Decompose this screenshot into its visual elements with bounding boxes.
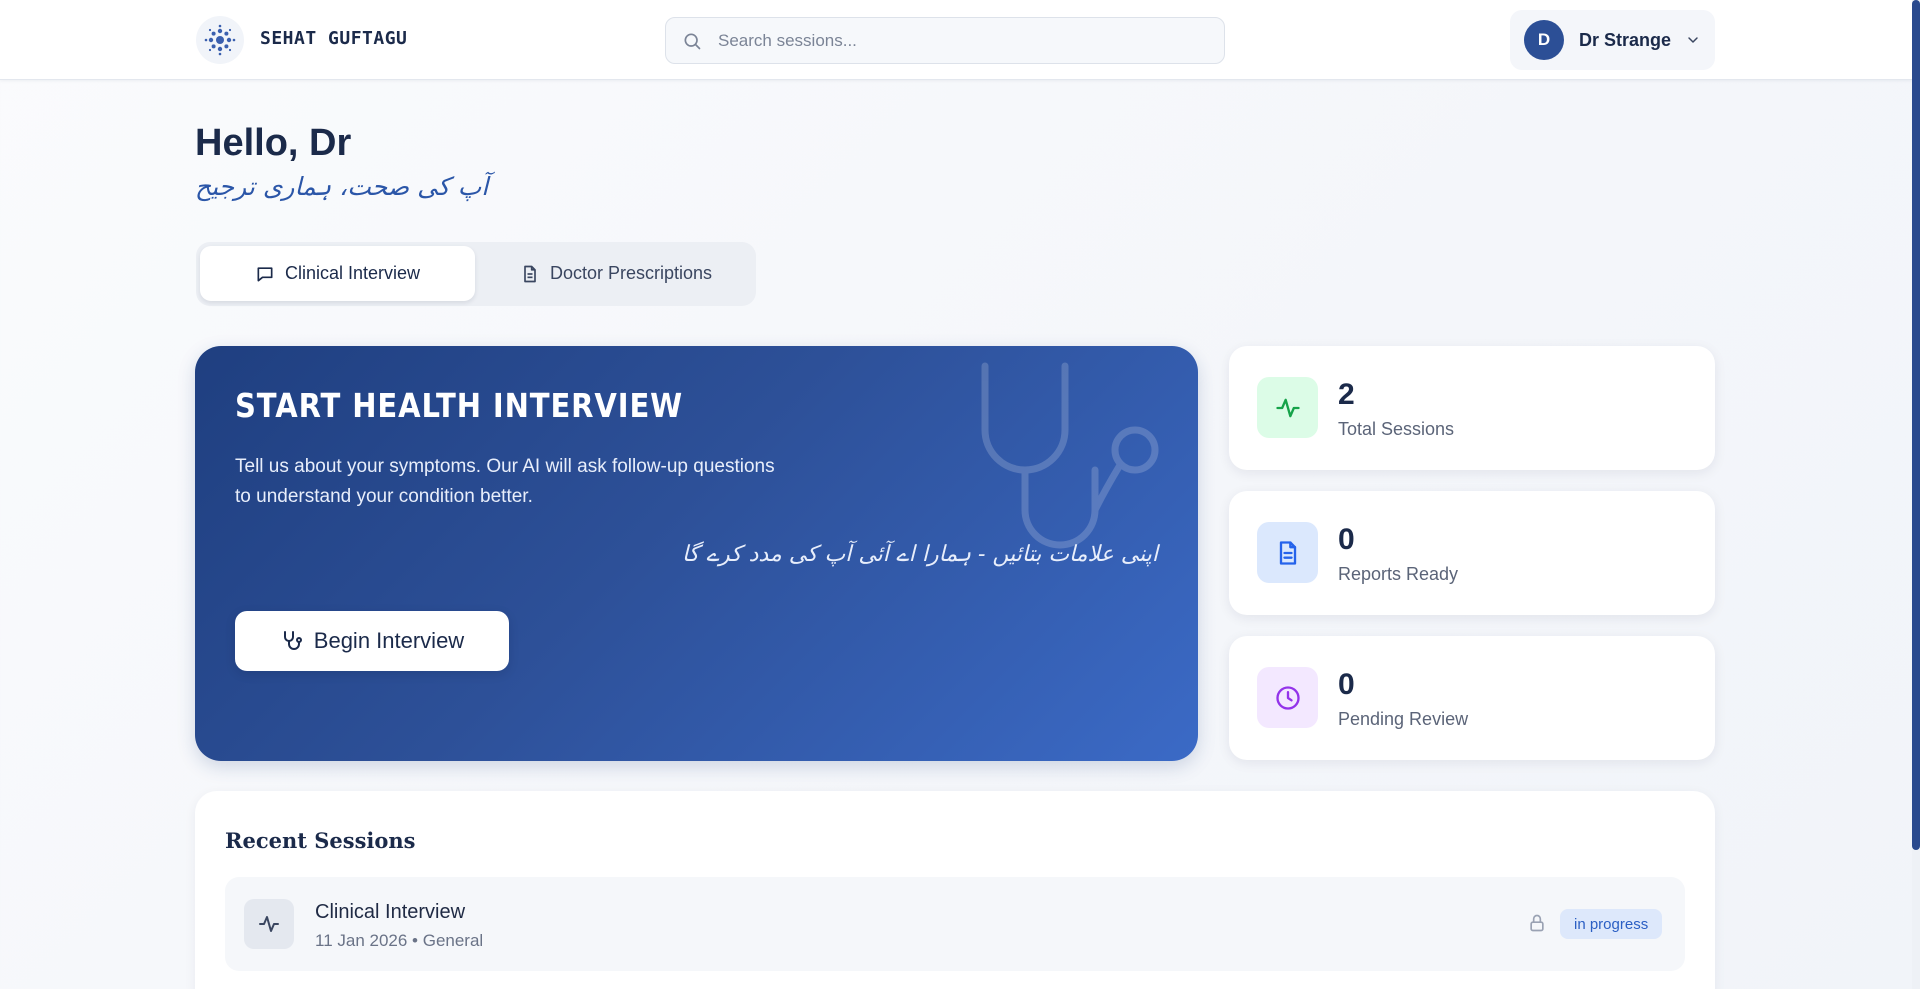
lotus-logo-icon[interactable] [196,16,244,64]
stat-label: Total Sessions [1338,419,1455,439]
stat-card-pending-review: 0 Pending Review [1229,636,1715,760]
activity-icon [244,899,294,949]
chevron-down-icon[interactable] [1685,32,1701,48]
hero-urdu-text: اپنی علامات بتائیں - ہمارا اے آئی آپ کی … [681,542,1158,567]
stat-card-reports-ready: 0 Reports Ready [1229,491,1715,615]
user-menu[interactable]: D Dr Strange [1510,10,1715,70]
search-icon [682,30,704,52]
tab-clinical-interview[interactable]: Clinical Interview [200,246,475,301]
user-name: Dr Strange [1579,29,1672,50]
section-title: Recent Sessions [225,828,416,853]
stat-card-total-sessions: 2 Total Sessions [1229,346,1715,470]
session-meta: 11 Jan 2026 • General [315,931,484,950]
report-icon [1257,522,1318,583]
start-interview-card: START HEALTH INTERVIEW Tell us about you… [195,346,1198,761]
stat-label: Pending Review [1338,709,1469,729]
begin-interview-button[interactable]: Begin Interview [235,611,509,671]
tab-label: Clinical Interview [284,263,421,283]
activity-icon [1257,377,1318,438]
search-bar[interactable] [665,17,1225,64]
brand-name[interactable]: SEHAT GUFTAGU [260,28,407,49]
avatar: D [1524,20,1564,60]
chat-icon [255,264,275,284]
page-scrollbar[interactable] [1912,0,1920,989]
hero-description: Tell us about your symptoms. Our AI will… [235,456,775,507]
lock-icon [1527,913,1547,933]
clock-icon [1257,667,1318,728]
urdu-subtitle: آپ کی صحت، ہماری ترجیح [195,172,489,201]
tab-label: Doctor Prescriptions [549,263,713,283]
stat-value: 2 [1338,378,1355,411]
search-input[interactable] [718,20,1198,61]
page-title: Hello, Dr [195,122,352,164]
stethoscope-icon [280,629,304,653]
stat-label: Reports Ready [1338,564,1459,584]
recent-sessions-panel: Recent Sessions Clinical Interview 11 Ja… [195,791,1715,989]
scrollbar-thumb[interactable] [1912,0,1920,850]
document-icon [520,264,540,284]
tab-bar: Clinical Interview Doctor Prescriptions [196,242,756,306]
top-navbar: SEHAT GUFTAGU D Dr Strange [0,0,1912,80]
hero-title: START HEALTH INTERVIEW [235,386,684,425]
tab-doctor-prescriptions[interactable]: Doctor Prescriptions [480,246,752,301]
status-badge: in progress [1560,909,1663,939]
session-row[interactable]: Clinical Interview 11 Jan 2026 • General… [225,877,1685,971]
stat-value: 0 [1338,668,1355,701]
begin-interview-label: Begin Interview [313,628,465,653]
stat-value: 0 [1338,523,1355,556]
session-title: Clinical Interview [315,901,466,923]
